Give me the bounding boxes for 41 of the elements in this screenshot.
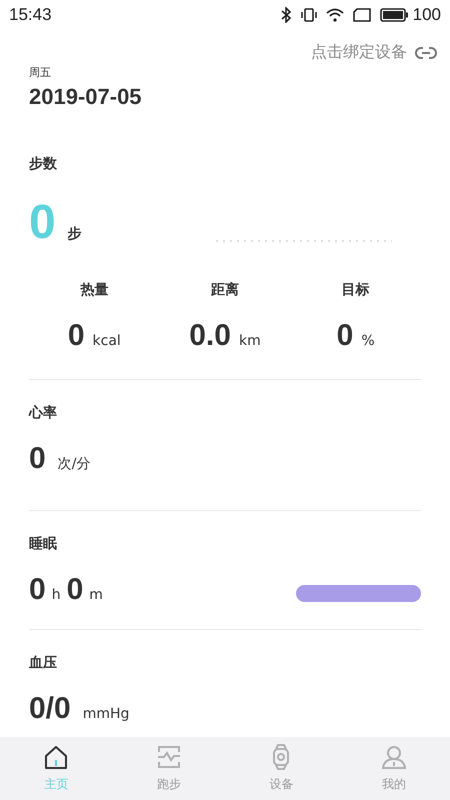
battery-icon — [380, 8, 408, 22]
stat-unit: km — [238, 333, 261, 349]
nav-tab[interactable]: 跑步 — [112, 737, 225, 800]
blood-pressure-unit: mmHg — [82, 706, 130, 722]
blood-pressure-value: 0/0 — [29, 694, 71, 724]
pulse-icon — [156, 744, 182, 770]
sleep-minutes: 0 — [66, 575, 84, 605]
stat-label: 距离 — [210, 281, 239, 299]
nav-tab[interactable]: 主页 — [0, 737, 112, 800]
heart-rate-unit: 次/分 — [58, 455, 90, 473]
date-label: 2019-07-05 — [29, 84, 142, 110]
stat-value: 0.0 — [189, 321, 231, 351]
nav-tab[interactable]: 我的 — [338, 737, 450, 800]
stat-value: 0 — [336, 321, 354, 351]
bluetooth-icon — [280, 7, 292, 23]
link-icon — [415, 46, 437, 58]
stat-label: 热量 — [80, 281, 108, 299]
status-time: 15:43 — [9, 5, 52, 25]
steps-unit: 步 — [68, 225, 82, 243]
stat-unit: kcal — [92, 333, 121, 349]
steps-value: 0 — [29, 199, 56, 247]
blood-pressure-title: 血压 — [29, 654, 57, 672]
sim-icon — [352, 8, 371, 22]
nav-tab[interactable]: 设备 — [225, 737, 338, 800]
stat-value: 0 — [68, 321, 85, 351]
hours-unit: h — [52, 587, 61, 603]
home-icon — [43, 744, 70, 770]
stat-unit: % — [361, 333, 375, 349]
battery-level: 100 — [412, 5, 441, 25]
heart-rate-title: 心率 — [29, 404, 57, 422]
minutes-unit: m — [89, 587, 103, 603]
weekday-label: 周五 — [29, 65, 51, 80]
bind-device-link[interactable]: 点击绑定设备 — [311, 42, 437, 63]
wifi-icon — [326, 8, 344, 22]
stat-label: 目标 — [342, 281, 370, 299]
heart-rate-value: 0 — [29, 444, 46, 474]
steps-title: 步数 — [29, 155, 57, 173]
vibrate-icon — [300, 8, 317, 22]
sleep-hours: 0 — [29, 575, 46, 605]
user-icon — [380, 744, 407, 770]
sleep-title: 睡眠 — [29, 535, 57, 553]
